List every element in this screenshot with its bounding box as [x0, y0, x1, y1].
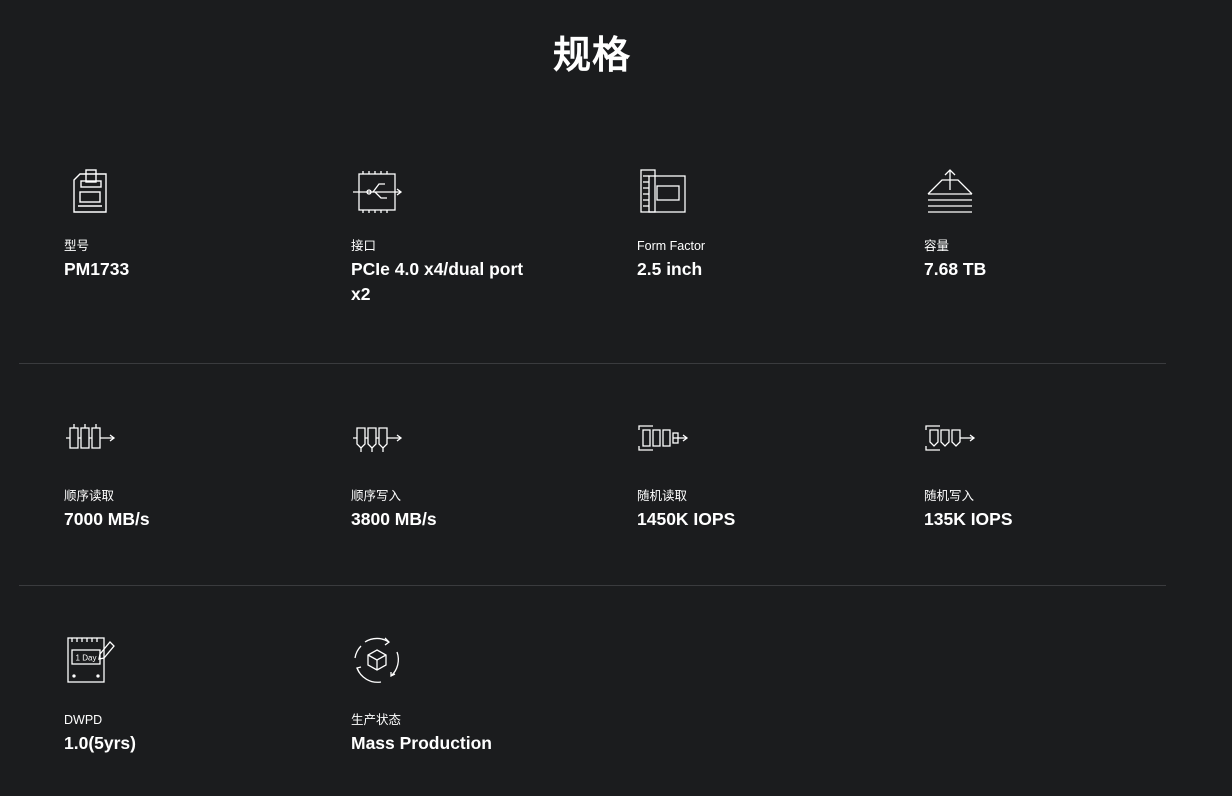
spec-item-dwpd: 1 Day DWPD 1.0(5yrs): [64, 634, 264, 756]
divider: [19, 363, 1166, 364]
spec-label: Form Factor: [637, 239, 706, 253]
sequential-write-icon: [351, 412, 403, 464]
dwpd-icon-text: 1 Day: [76, 654, 97, 663]
spec-label: 生产状态: [351, 713, 402, 727]
spec-item-form-factor: Form Factor 2.5 inch: [637, 166, 837, 282]
interface-chip-icon: [351, 166, 403, 218]
spec-value: 1450K IOPS: [637, 509, 736, 529]
random-write-icon: [924, 412, 976, 464]
spec-value: 7.68 TB: [924, 259, 987, 279]
divider: [19, 585, 1166, 586]
spec-value: 1.0(5yrs): [64, 733, 136, 753]
spec-value: Mass Production: [351, 733, 492, 753]
model-card-icon: [64, 166, 116, 218]
spec-value: 2.5 inch: [637, 259, 703, 279]
form-factor-board-icon: [637, 166, 689, 218]
spec-value: 3800 MB/s: [351, 509, 437, 529]
spec-item-model: 型号 PM1733: [64, 166, 264, 282]
spec-item-production-status: 生产状态 Mass Production: [351, 634, 551, 756]
spec-item-interface: 接口 PCIe 4.0 x4/dual port x2: [351, 166, 551, 307]
spec-label: 随机读取: [637, 489, 688, 503]
spec-value: 7000 MB/s: [64, 509, 150, 529]
sequential-read-icon: [64, 412, 116, 464]
spec-label: 随机写入: [924, 489, 975, 503]
spec-value: 135K IOPS: [924, 509, 1013, 529]
spec-value: PM1733: [64, 259, 130, 279]
spec-label: 顺序写入: [351, 489, 402, 503]
spec-item-capacity: 容量 7.68 TB: [924, 166, 1124, 282]
spec-label: 型号: [64, 239, 90, 253]
page-title: 规格: [552, 35, 631, 77]
specifications-page: 规格 型号 PM1733 接口 PCIe 4.0 x4/dual port x2…: [0, 0, 1232, 796]
spec-label: DWPD: [64, 713, 103, 727]
spec-label: 容量: [924, 239, 950, 253]
spec-item-sequential-write: 顺序写入 3800 MB/s: [351, 412, 551, 532]
spec-item-random-read: 随机读取 1450K IOPS: [637, 412, 837, 532]
production-status-icon: [351, 634, 403, 686]
spec-label: 接口: [351, 239, 377, 253]
spec-value: PCIe 4.0 x4/dual port x2: [351, 259, 524, 304]
spec-item-sequential-read: 顺序读取 7000 MB/s: [64, 412, 264, 532]
spec-item-random-write: 随机写入 135K IOPS: [924, 412, 1124, 532]
capacity-stack-icon: [924, 166, 976, 218]
random-read-icon: [637, 412, 689, 464]
dwpd-calendar-icon: 1 Day: [64, 634, 116, 686]
spec-label: 顺序读取: [64, 489, 115, 503]
